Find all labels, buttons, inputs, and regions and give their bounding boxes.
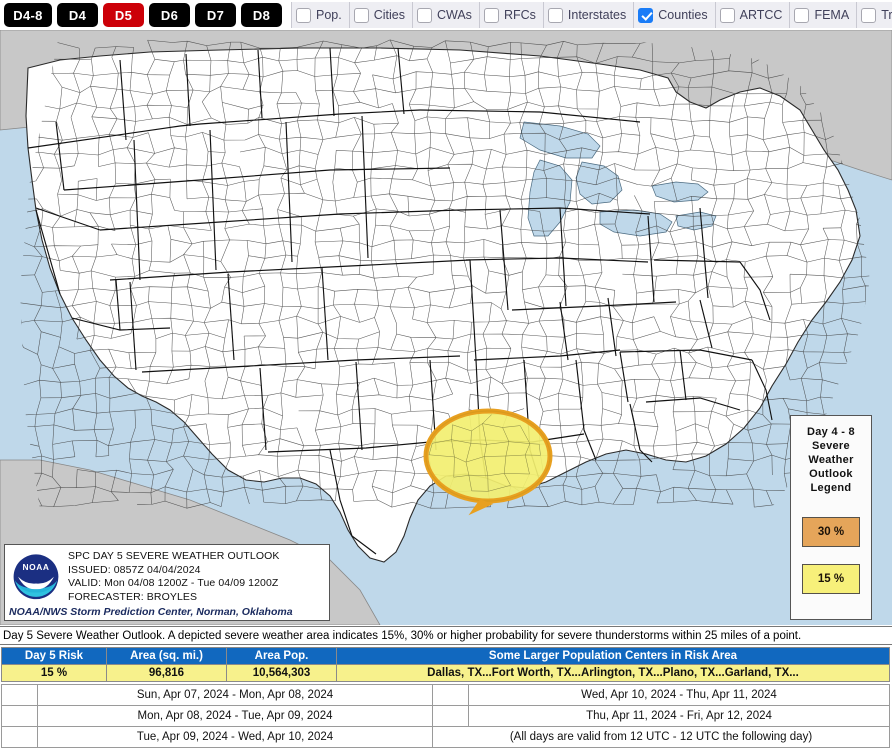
day-button-group: D4-8 D4 D5 D6 D7 D8 (0, 3, 282, 27)
risk-table-cell: 15 % (1, 664, 107, 682)
day-range-row: D4 Sun, Apr 07, 2024 - Mon, Apr 08, 2024 D… (1, 684, 890, 706)
legend-title-line: Severe (812, 440, 850, 452)
day-range-row: D5 Mon, Apr 08, 2024 - Tue, Apr 09, 2024 D… (1, 705, 890, 727)
checkbox-icon[interactable] (416, 7, 432, 23)
day-button-d8[interactable]: D8 (241, 3, 282, 27)
product-forecaster: FORECASTER: BROYLES (68, 590, 198, 603)
layer-checkbox-label: RFCs (503, 8, 536, 22)
risk-summary-table: Day 5 Risk Area (sq. mi.) Area Pop. Some La… (1, 647, 890, 682)
day-key-d7: D7 (432, 684, 469, 706)
day-range-table: D4 Sun, Apr 07, 2024 - Mon, Apr 08, 2024 D… (1, 684, 890, 748)
outlook-map[interactable]: NOAA SPC DAY 5 SEVERE WEATHER OUTLOOK IS… (0, 30, 892, 625)
day-button-d6[interactable]: D6 (149, 3, 190, 27)
layer-checkbox-label: Counties (658, 8, 708, 22)
day-range-value: Thu, Apr 11, 2024 - Fri, Apr 12, 2024 (468, 705, 890, 727)
checkbox-icon[interactable] (296, 7, 311, 23)
risk-table-cell: 96,816 (106, 664, 227, 682)
day-key-d4: D4 (1, 684, 38, 706)
checkbox-icon[interactable] (353, 7, 369, 23)
layer-checkbox-label: FEMA (814, 8, 850, 22)
day-button-d5[interactable]: D5 (103, 3, 144, 27)
product-agency: NOAA/NWS Storm Prediction Center, Norman… (9, 606, 293, 618)
outlook-description-row: Day 5 Severe Weather Outlook. A depicted… (0, 626, 892, 645)
outlook-legend: Day 4 - 8 Severe Weather Outlook Legend 30 %… (790, 415, 872, 620)
layer-checkbox-tribal[interactable]: Tribal (857, 2, 892, 28)
day-key-d5: D5 (1, 705, 38, 727)
spc-outlook-page: D4-8 D4 D5 D6 D7 D8 Pop. Cities CWAs RFCs Interst… (0, 0, 892, 750)
risk-table-header: Area Pop. (226, 647, 337, 665)
layer-checkbox-label: CWAs (436, 8, 472, 22)
legend-swatch-30: 30 % (802, 517, 860, 547)
product-title: SPC DAY 5 SEVERE WEATHER OUTLOOK (68, 550, 280, 562)
layer-checkbox-rfcs[interactable]: RFCs (479, 2, 544, 28)
day-table-footnote: (All days are valid from 12 UTC - 12 UTC… (432, 726, 890, 748)
day-range-value: Tue, Apr 09, 2024 - Wed, Apr 10, 2024 (37, 726, 433, 748)
risk-table-cell: 10,564,303 (226, 664, 337, 682)
day-range-row: D6 Tue, Apr 09, 2024 - Wed, Apr 10, 2024(… (1, 726, 890, 748)
checkbox-icon[interactable] (794, 7, 810, 23)
legend-swatch-15: 15 % (802, 564, 860, 594)
day-range-value: Wed, Apr 10, 2024 - Thu, Apr 11, 2024 (468, 684, 890, 706)
legend-title-line: Weather (808, 454, 854, 466)
risk-table-header: Some Larger Population Centers in Risk A… (336, 647, 890, 665)
day-range-value: Mon, Apr 08, 2024 - Tue, Apr 09, 2024 (37, 705, 433, 727)
svg-text:NOAA: NOAA (23, 562, 50, 572)
product-issued: ISSUED: 0857Z 04/04/2024 (68, 563, 201, 576)
layer-checkbox-label: Cities (373, 8, 405, 22)
product-info-box: NOAA SPC DAY 5 SEVERE WEATHER OUTLOOK IS… (4, 544, 330, 621)
legend-title-line: Outlook (809, 468, 853, 480)
day-key-d8: D8 (432, 705, 469, 727)
layer-checkbox-pop[interactable]: Pop. (291, 2, 350, 28)
noaa-logo-icon: NOAA (13, 554, 59, 600)
day-key-d6: D6 (1, 726, 38, 748)
checkbox-icon[interactable] (638, 7, 654, 23)
risk-table-cell: Dallas, TX...Fort Worth, TX...Arlington,… (336, 664, 890, 682)
product-valid: VALID: Mon 04/08 1200Z - Tue 04/09 1200Z (68, 577, 279, 589)
checkbox-icon[interactable] (483, 7, 499, 23)
risk-table-row: 15 % 96,816 10,564,303 Dallas, TX...Fort Wo… (1, 664, 890, 682)
layer-checkbox-cities[interactable]: Cities (349, 2, 413, 28)
checkbox-icon[interactable] (719, 7, 735, 23)
layer-checkbox-label: Tribal (881, 8, 892, 22)
risk-table-header: Area (sq. mi.) (106, 647, 227, 665)
layer-checkbox-interstates[interactable]: Interstates (543, 2, 635, 28)
day-button-d4[interactable]: D4 (57, 3, 98, 27)
checkbox-icon[interactable] (547, 7, 563, 23)
toolbar: D4-8 D4 D5 D6 D7 D8 Pop. Cities CWAs RFCs Interst… (0, 0, 892, 30)
checkbox-icon[interactable] (861, 7, 877, 23)
risk-table-header: Day 5 Risk (1, 647, 107, 665)
layer-checkbox-label: Pop. (316, 8, 342, 22)
risk-table-header-row: Day 5 Risk Area (sq. mi.) Area Pop. Some La… (1, 647, 890, 665)
legend-title-line: Legend (810, 482, 852, 494)
legend-title-line: Day 4 - 8 (807, 426, 855, 438)
day-range-value: Sun, Apr 07, 2024 - Mon, Apr 08, 2024 (37, 684, 433, 706)
legend-title: Day 4 - 8 Severe Weather Outlook Legend (791, 425, 871, 495)
layer-checkbox-label: ARTCC (739, 8, 783, 22)
layer-checkbox-fema[interactable]: FEMA (790, 2, 858, 28)
layer-checkbox-cwas[interactable]: CWAs (412, 2, 480, 28)
day-button-d7[interactable]: D7 (195, 3, 236, 27)
layer-checkbox-counties[interactable]: Counties (634, 2, 716, 28)
outlook-description: Day 5 Severe Weather Outlook. A depicted… (3, 629, 802, 642)
layer-checkbox-label: Interstates (567, 8, 627, 22)
layer-checkbox-artcc[interactable]: ARTCC (715, 2, 791, 28)
day-button-d4-8[interactable]: D4-8 (4, 3, 52, 27)
layer-checkbox-group: Pop. Cities CWAs RFCs Interstates Counties ART… (291, 2, 892, 28)
